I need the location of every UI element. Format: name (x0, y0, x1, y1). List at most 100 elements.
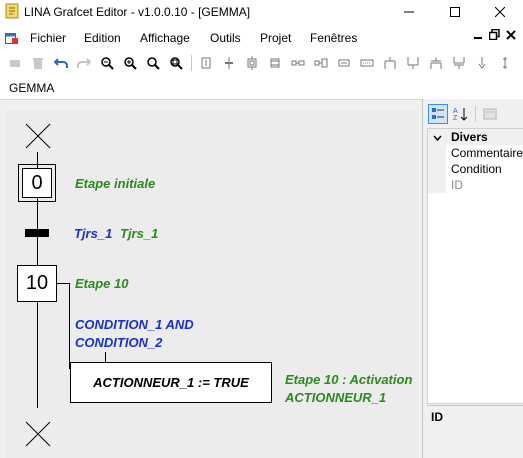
menu-fichier[interactable]: Fichier (30, 31, 66, 45)
cut-button[interactable] (6, 54, 24, 72)
cross-icon (25, 123, 51, 149)
close-icon (495, 7, 505, 17)
property-row-condition[interactable]: Condition (428, 161, 523, 177)
zoom-fit-button[interactable] (167, 54, 185, 72)
mdi-close-button[interactable] (503, 29, 519, 45)
zoom-button[interactable] (144, 54, 162, 72)
document-tab-strip: GEMMA (0, 76, 523, 98)
undo-icon (54, 58, 68, 68)
property-pages-button[interactable] (480, 104, 500, 124)
undo-button[interactable] (52, 54, 70, 72)
action-condition-line1: CONDITION_1 AND (75, 317, 194, 332)
svg-text:Z: Z (453, 115, 458, 121)
cut-icon (10, 60, 20, 67)
add-initial-step-button[interactable] (243, 54, 261, 72)
delete-button[interactable] (29, 54, 47, 72)
macro-step-icon (270, 58, 280, 68)
add-convergence-and-button[interactable] (450, 54, 468, 72)
initial-step-box[interactable]: 0 (18, 164, 56, 202)
initial-step-number: 0 (31, 171, 43, 194)
action-comment-line2: ACTIONNEUR_1 (285, 390, 387, 405)
app-icon (5, 3, 19, 19)
divergence-and-icon (430, 57, 442, 69)
redo-button[interactable] (75, 54, 93, 72)
menu-outils[interactable]: Outils (210, 31, 241, 45)
add-divergence-or-button[interactable] (381, 54, 399, 72)
sort-alpha-icon: A Z (453, 108, 468, 121)
add-action-button[interactable] (289, 54, 307, 72)
divergence-or-icon (384, 57, 396, 69)
alphabetical-button[interactable]: A Z (451, 104, 471, 124)
close-button[interactable] (477, 0, 523, 24)
menu-fenetres[interactable]: Fenêtres (310, 31, 357, 45)
add-forcing-button[interactable] (335, 54, 353, 72)
mdi-restore-button[interactable] (486, 28, 502, 45)
collapse-icon[interactable] (433, 133, 442, 142)
grafcet-canvas[interactable]: 0 Etape initiale Tjrs_1 Tjrs_1 10 Etape … (5, 110, 417, 458)
action-box[interactable]: ACTIONNEUR_1 := TRUE (70, 362, 272, 403)
add-comment-button[interactable] (358, 54, 376, 72)
transition-bar[interactable] (25, 229, 49, 237)
add-macro-step-button[interactable] (266, 54, 284, 72)
action-link-vertical (69, 283, 70, 369)
action-text: ACTIONNEUR_1 := TRUE (93, 375, 249, 390)
cross-icon (25, 421, 51, 447)
menu-affichage[interactable]: Affichage (140, 31, 190, 45)
add-action-list-button[interactable] (312, 54, 330, 72)
menu-bar: Fichier Edition Affichage Outils Projet … (0, 27, 523, 49)
tab-gemma[interactable]: GEMMA (9, 81, 54, 95)
add-convergence-or-button[interactable] (404, 54, 422, 72)
description-title: ID (431, 410, 443, 424)
document-icon[interactable] (5, 31, 19, 45)
minimize-button[interactable] (386, 0, 432, 24)
initial-step-icon (247, 56, 257, 70)
action-comment-line1: Etape 10 : Activation (285, 372, 413, 387)
title-bar: LINA Grafcet Editor - v1.0.0.10 - [GEMMA… (0, 0, 523, 24)
properties-panel: A Z Divers Commentaire Condition ID ID (422, 99, 523, 458)
magnifier-icon (147, 57, 160, 70)
property-label: ID (451, 178, 463, 192)
category-row[interactable]: Divers (428, 129, 523, 145)
maximize-button[interactable] (432, 0, 478, 24)
zoom-fit-icon (170, 57, 183, 70)
action-condition-line2: CONDITION_2 (75, 335, 163, 350)
restore-icon (488, 28, 500, 41)
forcing-icon (338, 59, 350, 67)
add-transition-button[interactable] (220, 54, 238, 72)
properties-toolbar: A Z (423, 99, 523, 127)
step-box[interactable]: 10 (17, 265, 57, 302)
convergence-and-icon (453, 57, 465, 69)
link-icon (503, 57, 507, 69)
add-step-button[interactable] (197, 54, 215, 72)
add-link-button[interactable] (496, 54, 514, 72)
add-jump-button[interactable] (473, 54, 491, 72)
transition-icon (225, 57, 233, 69)
jump-icon (478, 57, 486, 69)
zoom-in-icon (124, 57, 137, 70)
property-label: Condition (451, 162, 502, 176)
menu-edition[interactable]: Edition (84, 31, 121, 45)
mdi-minimize-button[interactable] (470, 29, 486, 45)
toolbar-separator (191, 55, 192, 71)
redo-icon (77, 58, 91, 68)
zoom-out-button[interactable] (98, 54, 116, 72)
action-icon (291, 60, 305, 66)
action-list-icon (314, 58, 328, 68)
initial-step-label: Etape initiale (75, 176, 156, 191)
window-title: LINA Grafcet Editor - v1.0.0.10 - [GEMMA… (24, 5, 251, 19)
property-row-id[interactable]: ID (428, 177, 523, 193)
zoom-in-button[interactable] (121, 54, 139, 72)
transition-condition: Tjrs_1 (120, 226, 159, 241)
category-label: Divers (451, 130, 488, 144)
categorized-button[interactable] (428, 104, 448, 124)
property-pages-icon (483, 108, 497, 120)
minimize-icon (474, 37, 482, 39)
add-divergence-and-button[interactable] (427, 54, 445, 72)
grafcet-canvas-frame: 0 Etape initiale Tjrs_1 Tjrs_1 10 Etape … (0, 99, 422, 458)
close-icon (506, 30, 516, 40)
menu-projet[interactable]: Projet (260, 31, 291, 45)
transition-name: Tjrs_1 (74, 226, 113, 241)
maximize-icon (450, 7, 460, 17)
property-description: ID (427, 405, 523, 458)
property-row-commentaire[interactable]: Commentaire (428, 145, 523, 161)
